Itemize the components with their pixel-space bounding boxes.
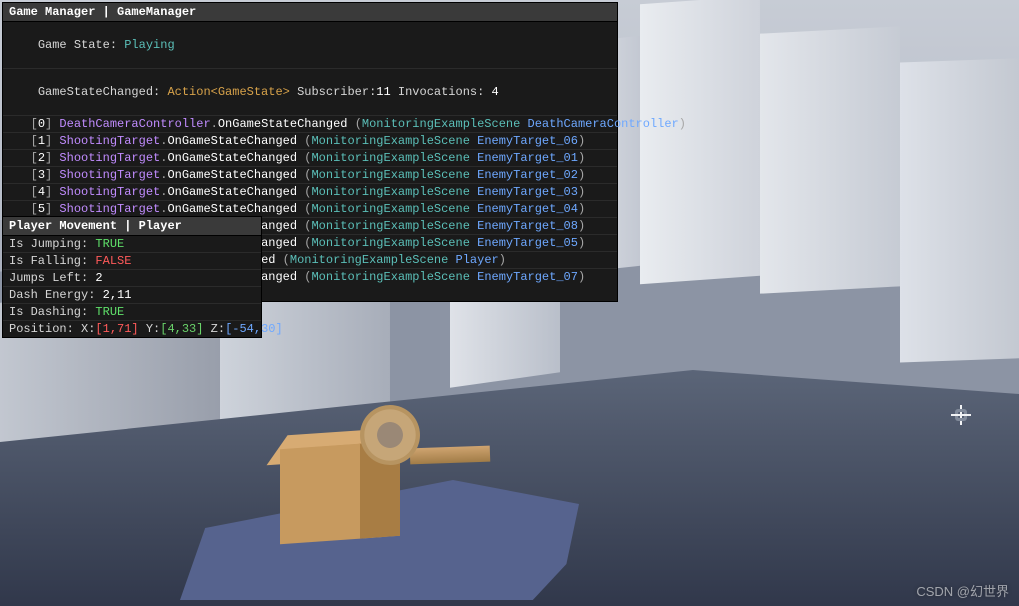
invocation-row: [4] ShootingTarget.OnGameStateChanged (M… xyxy=(3,184,617,201)
separator: | xyxy=(103,5,117,19)
building xyxy=(760,26,900,293)
panel-title-left: Game Manager xyxy=(9,5,95,19)
value: 2 xyxy=(95,271,102,285)
value: 4 xyxy=(492,85,499,99)
panel-title-right: GameManager xyxy=(117,5,196,19)
label: Subscriber: xyxy=(297,85,376,99)
label: Game State: xyxy=(38,38,117,52)
is-dashing-row: Is Dashing: TRUE xyxy=(3,304,261,321)
building xyxy=(640,0,760,284)
label: GameStateChanged: xyxy=(38,85,160,99)
value: TRUE xyxy=(95,305,124,319)
panel-header: Game Manager | GameManager xyxy=(3,3,617,22)
panel-title-left: Player Movement xyxy=(9,219,117,233)
separator: | xyxy=(124,219,138,233)
jumps-left-row: Jumps Left: 2 xyxy=(3,270,261,287)
invocation-row: [0] DeathCameraController.OnGameStateCha… xyxy=(3,116,617,133)
value-z: [-54,30] xyxy=(225,322,283,336)
value: FALSE xyxy=(95,254,131,268)
is-falling-row: Is Falling: FALSE xyxy=(3,253,261,270)
turret-wheel xyxy=(360,405,420,465)
axis-z: Z: xyxy=(211,322,225,336)
value-y: [4,33] xyxy=(160,322,203,336)
value-x: [1,71] xyxy=(95,322,138,336)
panel-header: Player Movement | Player xyxy=(3,217,261,236)
value: 2,11 xyxy=(103,288,132,302)
game-state-row: Game State: Playing xyxy=(3,22,617,69)
label: Is Falling: xyxy=(9,254,88,268)
label: Jumps Left: xyxy=(9,271,88,285)
position-row: Position: X:[1,71] Y:[4,33] Z:[-54,30] xyxy=(3,321,261,337)
turret-object xyxy=(280,405,480,545)
label: Invocations: xyxy=(398,85,484,99)
label: Dash Energy: xyxy=(9,288,95,302)
axis-y: Y: xyxy=(146,322,160,336)
event-type: Action<GameState> xyxy=(167,85,289,99)
label: Is Jumping: xyxy=(9,237,88,251)
invocation-row: [3] ShootingTarget.OnGameStateChanged (M… xyxy=(3,167,617,184)
turret-barrel xyxy=(410,446,491,465)
is-jumping-row: Is Jumping: TRUE xyxy=(3,236,261,253)
invocation-row: [1] ShootingTarget.OnGameStateChanged (M… xyxy=(3,133,617,150)
label: Position: xyxy=(9,322,74,336)
axis-x: X: xyxy=(81,322,95,336)
value: 11 xyxy=(376,85,390,99)
dash-energy-row: Dash Energy: 2,11 xyxy=(3,287,261,304)
event-header-row: GameStateChanged: Action<GameState> Subs… xyxy=(3,69,617,116)
building xyxy=(900,58,1019,363)
panel-title-right: Player xyxy=(139,219,182,233)
label: Is Dashing: xyxy=(9,305,88,319)
value: TRUE xyxy=(95,237,124,251)
invocation-row: [2] ShootingTarget.OnGameStateChanged (M… xyxy=(3,150,617,167)
player-movement-panel: Player Movement | Player Is Jumping: TRU… xyxy=(2,216,262,338)
value: Playing xyxy=(124,38,174,52)
